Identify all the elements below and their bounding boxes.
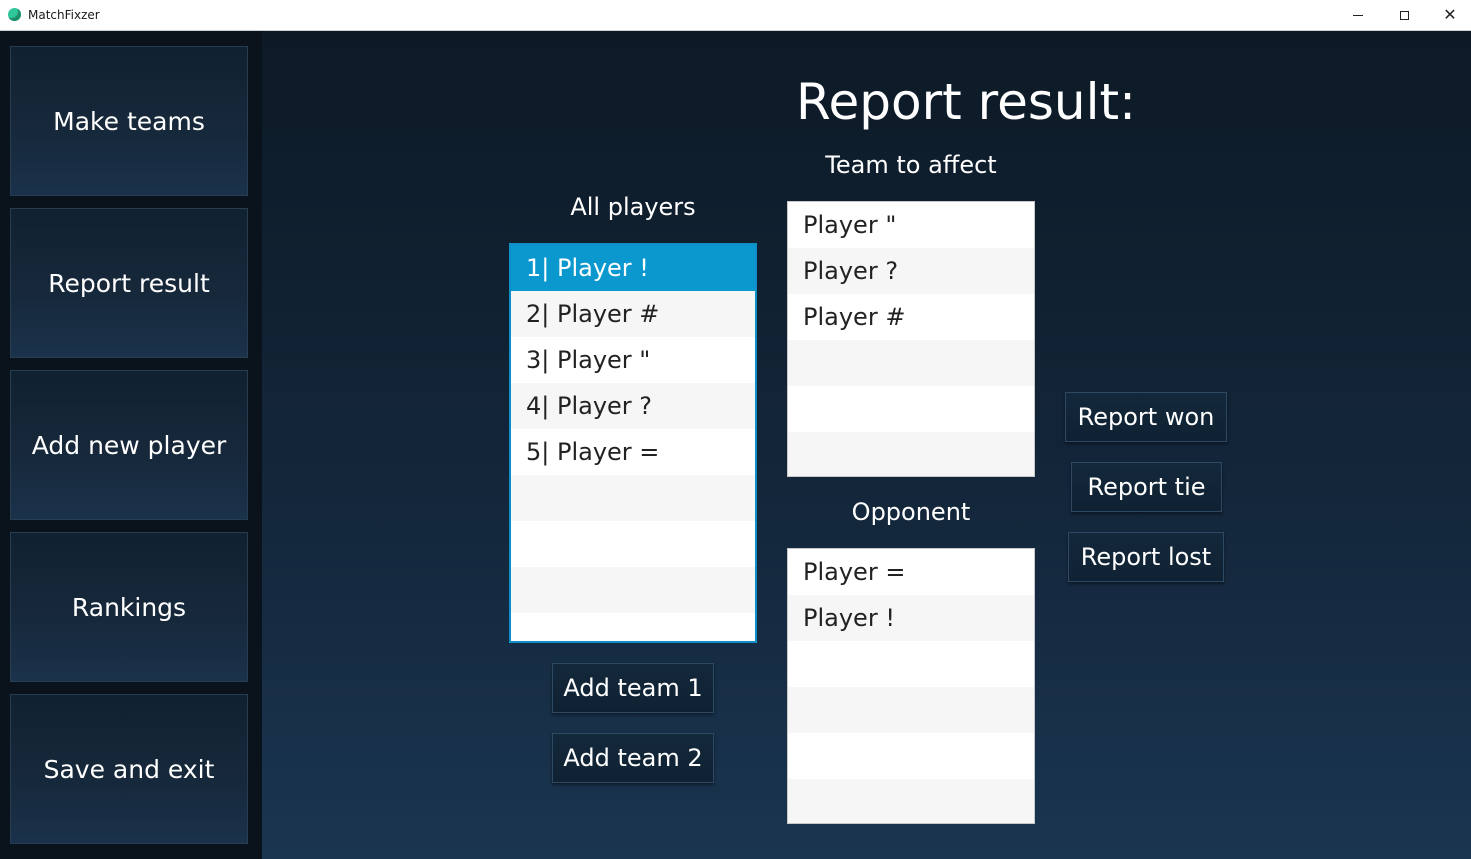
empty-row xyxy=(788,779,1034,823)
add-new-player-button[interactable]: Add new player xyxy=(10,370,248,520)
list-item[interactable]: 5| Player = xyxy=(511,429,755,475)
close-icon: ✕ xyxy=(1443,5,1457,24)
list-item[interactable]: Player = xyxy=(788,549,1034,595)
add-team-1-button[interactable]: Add team 1 xyxy=(552,663,714,713)
report-lost-button[interactable]: Report lost xyxy=(1068,532,1224,582)
empty-row xyxy=(511,475,755,521)
window-title: MatchFixzer xyxy=(28,8,100,22)
list-item[interactable]: Player ! xyxy=(788,595,1034,641)
maximize-button[interactable] xyxy=(1381,0,1427,30)
list-item[interactable]: Player ? xyxy=(788,248,1034,294)
list-item[interactable]: 2| Player # xyxy=(511,291,755,337)
opponent-list[interactable]: Player = Player ! xyxy=(787,548,1035,824)
close-button[interactable]: ✕ xyxy=(1427,0,1471,30)
list-item[interactable]: Player " xyxy=(788,202,1034,248)
title-bar: MatchFixzer ✕ xyxy=(0,0,1471,31)
opponent-label: Opponent xyxy=(851,498,971,526)
report-tie-button[interactable]: Report tie xyxy=(1071,462,1222,512)
app-logo-icon xyxy=(8,8,21,21)
empty-row xyxy=(788,641,1034,687)
team-to-affect-list[interactable]: Player " Player ? Player # xyxy=(787,201,1035,477)
team-to-affect-label: Team to affect xyxy=(825,151,997,179)
rankings-button[interactable]: Rankings xyxy=(10,532,248,682)
save-and-exit-button[interactable]: Save and exit xyxy=(10,694,248,844)
minimize-icon xyxy=(1353,14,1363,16)
page-title: Report result: xyxy=(796,73,1136,131)
empty-row xyxy=(511,567,755,613)
empty-row xyxy=(788,432,1034,476)
list-item[interactable]: 1| Player ! xyxy=(511,245,755,291)
maximize-icon xyxy=(1399,10,1409,20)
empty-row xyxy=(788,733,1034,779)
make-teams-button[interactable]: Make teams xyxy=(10,46,248,196)
main-panel: Report result: All players 1| Player ! 2… xyxy=(262,31,1471,859)
report-won-button[interactable]: Report won xyxy=(1065,392,1227,442)
empty-row xyxy=(788,386,1034,432)
all-players-label: All players xyxy=(570,193,696,221)
all-players-list[interactable]: 1| Player ! 2| Player # 3| Player " 4| P… xyxy=(509,243,757,643)
add-team-2-button[interactable]: Add team 2 xyxy=(552,733,714,783)
empty-row xyxy=(511,521,755,567)
empty-row xyxy=(788,340,1034,386)
list-item[interactable]: 4| Player ? xyxy=(511,383,755,429)
list-item[interactable]: Player # xyxy=(788,294,1034,340)
empty-row xyxy=(788,687,1034,733)
report-result-button[interactable]: Report result xyxy=(10,208,248,358)
minimize-button[interactable] xyxy=(1335,0,1381,30)
list-item[interactable]: 3| Player " xyxy=(511,337,755,383)
empty-row xyxy=(511,613,755,641)
sidebar: Make teams Report result Add new player … xyxy=(0,31,262,859)
